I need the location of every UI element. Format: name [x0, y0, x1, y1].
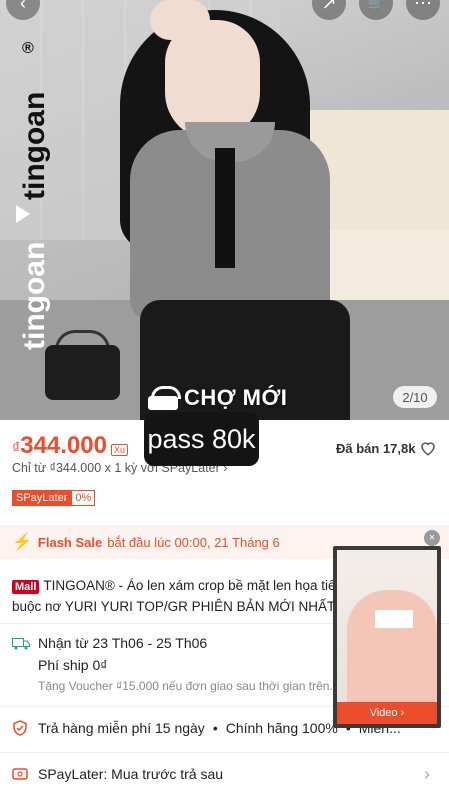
back-icon: ‹ [20, 0, 26, 13]
separator-dot: • [212, 720, 218, 736]
free-return-text: Trả hàng miễn phí 15 ngày [38, 720, 205, 736]
lightning-icon: ⚡ [12, 534, 32, 551]
handbag [45, 345, 120, 400]
model-bow [215, 148, 235, 268]
coin-badge: Xu [110, 444, 128, 456]
flash-sale-time: bắt đầu lúc 00:00, 21 Tháng 6 [107, 534, 280, 550]
spaylater-percent: 0% [71, 490, 96, 506]
truck-icon [12, 638, 30, 650]
cart-button[interactable]: 🛒 [359, 0, 393, 20]
product-image[interactable]: ® tingoan tingoan ‹ ↗ 🛒 ⋯ 2/10 [0, 0, 449, 420]
flash-sale-label: Flash Sale [37, 534, 103, 550]
divider [0, 752, 449, 753]
price-value: 344.000 [20, 432, 107, 459]
product-title-text: TINGOAN® - Áo len xám crop bề mặt len họ… [12, 578, 340, 614]
delivery-date: Nhận từ 23 Th06 - 25 Th06 [38, 635, 208, 651]
card-icon [12, 768, 28, 780]
watermark-text: CHỢ MỚI [184, 385, 288, 410]
price-currency: ₫ [12, 440, 21, 457]
spaylater-tag: SPayLater [12, 490, 72, 506]
spaylater-row[interactable]: SPayLater: Mua trước trả sau [12, 766, 223, 782]
shop-icon [148, 386, 181, 410]
cart-icon: 🛒 [367, 0, 385, 10]
brand-registered-mark: ® [22, 40, 34, 57]
cho-moi-watermark: CHỢ MỚI [148, 385, 287, 411]
brand-text-2: tingoan [18, 241, 51, 350]
sold-count: Đã bán 17,8k [336, 441, 416, 456]
price-row: ₫ 344.000 Xu [12, 432, 128, 460]
share-icon: ↗ [321, 0, 337, 13]
brand-text-1: tingoan [18, 91, 51, 200]
floating-video-preview[interactable]: Video › [333, 546, 441, 728]
pass-note-overlay: pass 80k [144, 412, 259, 466]
play-icon[interactable] [16, 205, 30, 223]
more-button[interactable]: ⋯ [406, 0, 440, 20]
authentic-text: Chính hãng 100% [225, 720, 338, 736]
image-counter: 2/10 [393, 386, 437, 408]
share-button[interactable]: ↗ [312, 0, 346, 20]
more-icon: ⋯ [414, 0, 432, 13]
chevron-right-icon[interactable]: › [424, 764, 430, 785]
spaylater-text: SPayLater: Mua trước trả sau [38, 766, 224, 782]
shipping-fee: Phí ship 0₫ [38, 657, 108, 673]
mall-badge: Mall [12, 580, 40, 594]
shield-icon [13, 720, 27, 736]
product-tag [375, 610, 413, 628]
heart-icon[interactable] [419, 439, 437, 457]
spaylater-badge: SPayLater 0% [12, 490, 96, 506]
video-product-thumbnail [347, 590, 437, 710]
product-title: Mall TINGOAN® - Áo len xám crop bề mặt le… [12, 576, 342, 616]
close-icon[interactable]: × [424, 530, 440, 546]
voucher-note: Tặng Voucher ₫15.000 nếu đơn giao sau th… [38, 679, 333, 693]
video-button[interactable]: Video › [337, 702, 437, 724]
